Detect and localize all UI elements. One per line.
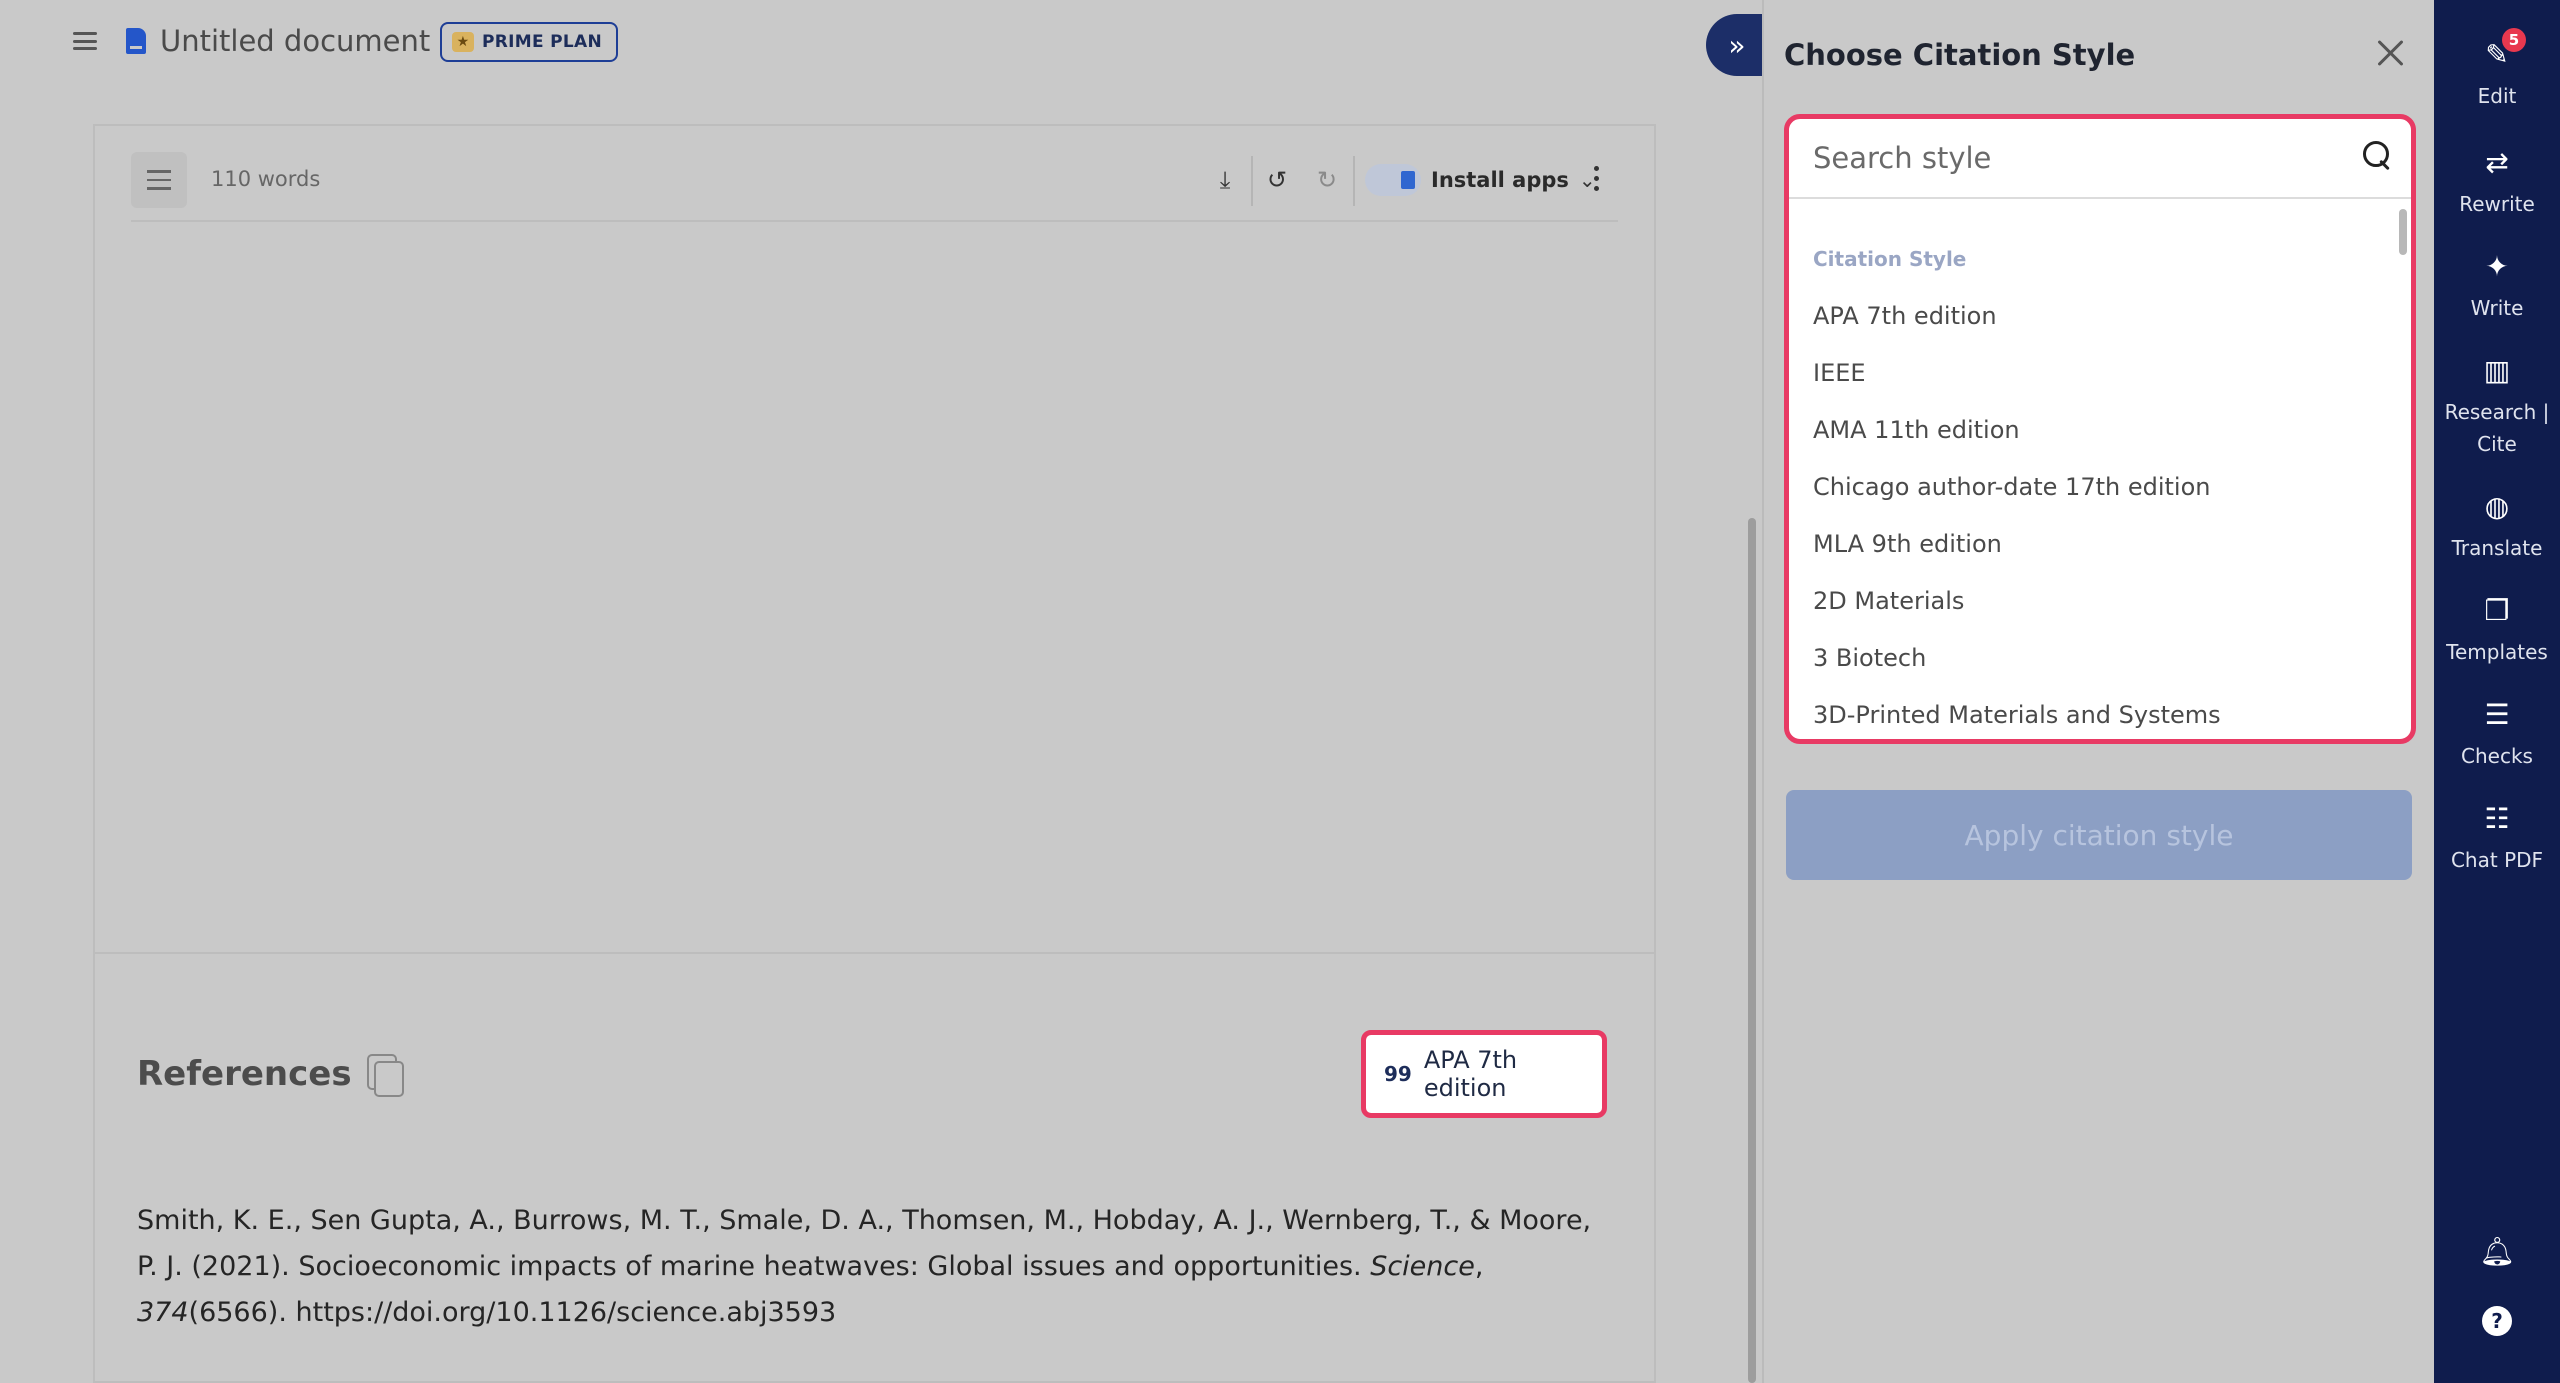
citation-style-dropdown: Citation Style APA 7th edition IEEE AMA … xyxy=(1784,114,2416,744)
rail-label: Research | Cite xyxy=(2444,400,2550,456)
rail-item-rewrite[interactable]: ⇄ Rewrite xyxy=(2434,146,2560,220)
citation-style-chip[interactable]: 99 APA 7th edition xyxy=(1361,1030,1607,1118)
books-icon: ▥ xyxy=(2483,354,2511,387)
panel-title: Choose Citation Style xyxy=(1784,38,2136,72)
tool-rail: ✎ 5 Edit ⇄ Rewrite ✦ Write ▥ Research | C… xyxy=(2434,0,2560,1383)
editor-scrollbar[interactable] xyxy=(1748,518,1756,1383)
document-toolbar: 110 words ⤓ ↺ ↻ Install apps ⌄ xyxy=(131,152,1618,222)
style-option[interactable]: 2D Materials xyxy=(1789,572,2393,629)
list-scrollbar[interactable] xyxy=(2399,209,2407,255)
toolbar-divider xyxy=(1251,156,1253,206)
rail-label: Templates xyxy=(2446,640,2548,664)
apps-icon xyxy=(1365,164,1421,196)
redo-icon[interactable]: ↻ xyxy=(1311,164,1343,196)
rail-label: Rewrite xyxy=(2459,192,2535,216)
references-heading: References xyxy=(137,1054,352,1094)
globe-icon: ◍ xyxy=(2484,490,2510,523)
close-icon[interactable] xyxy=(2376,38,2406,68)
rail-label: Chat PDF xyxy=(2450,848,2544,872)
rail-item-write[interactable]: ✦ Write xyxy=(2434,250,2560,324)
install-apps-label: Install apps xyxy=(1431,168,1569,192)
style-option[interactable]: 3D-Printed Materials and Systems xyxy=(1789,686,2393,739)
apply-citation-style-button[interactable]: Apply citation style xyxy=(1786,790,2412,880)
document-icon xyxy=(126,28,146,54)
rewrite-icon: ⇄ xyxy=(2485,146,2509,179)
install-apps-button[interactable]: Install apps ⌄ xyxy=(1365,158,1596,202)
rail-label: Checks xyxy=(2461,744,2533,768)
rail-item-chat-pdf[interactable]: ☷ Chat PDF xyxy=(2434,802,2560,876)
document-title[interactable]: Untitled document xyxy=(160,24,430,58)
download-icon[interactable]: ⤓ xyxy=(1209,164,1241,196)
prime-plan-label: PRIME PLAN xyxy=(482,32,602,52)
top-bar: Untitled document ★ PRIME PLAN xyxy=(0,0,1762,90)
prime-plan-badge[interactable]: ★ PRIME PLAN xyxy=(440,22,618,62)
style-option[interactable]: Chicago author-date 17th edition xyxy=(1789,458,2393,515)
checklist-icon: ☰ xyxy=(2484,698,2510,731)
rail-item-templates[interactable]: ❐ Templates xyxy=(2434,594,2560,668)
rail-item-edit[interactable]: ✎ 5 Edit xyxy=(2434,28,2560,112)
citation-style-panel: Choose Citation Style Citation Style APA… xyxy=(1762,0,2434,1383)
search-row xyxy=(1789,119,2411,199)
references-divider xyxy=(95,952,1654,954)
copy-icon[interactable] xyxy=(367,1054,404,1097)
menu-icon[interactable] xyxy=(70,26,100,56)
style-option[interactable]: 3 Biotech xyxy=(1789,629,2393,686)
collapse-panel-icon[interactable]: » xyxy=(1706,14,1762,76)
quote-icon: 99 xyxy=(1384,1062,1412,1086)
chat-icon: ☷ xyxy=(2484,802,2510,835)
search-icon[interactable] xyxy=(2361,139,2395,173)
reference-journal: Science xyxy=(1370,1251,1475,1282)
pen-icon: ✎ 5 xyxy=(2480,28,2526,72)
reference-entry: Smith, K. E., Sen Gupta, A., Burrows, M.… xyxy=(137,1198,1617,1336)
citation-style-label: APA 7th edition xyxy=(1423,1046,1518,1102)
templates-icon: ❐ xyxy=(2484,594,2510,627)
help-icon[interactable]: ? xyxy=(2480,1304,2514,1338)
more-options-icon[interactable] xyxy=(1591,166,1601,191)
style-option[interactable]: AMA 11th edition xyxy=(1789,401,2393,458)
outline-button[interactable] xyxy=(131,152,187,208)
rail-label: Edit xyxy=(2477,84,2517,108)
reference-volume: 374 xyxy=(137,1297,189,1328)
word-count: 110 words xyxy=(211,167,321,191)
style-option[interactable]: IEEE xyxy=(1789,344,2393,401)
style-list: APA 7th edition IEEE AMA 11th edition Ch… xyxy=(1789,287,2393,739)
rail-item-translate[interactable]: ◍ Translate xyxy=(2434,490,2560,564)
style-option[interactable]: MLA 9th edition xyxy=(1789,515,2393,572)
document-panel: 110 words ⤓ ↺ ↻ Install apps ⌄ Reference… xyxy=(93,124,1656,1383)
list-heading: Citation Style xyxy=(1813,247,1967,271)
rail-label: Translate xyxy=(2451,536,2543,560)
sparkle-icon: ✦ xyxy=(2485,250,2509,283)
reference-separator: , xyxy=(1474,1251,1484,1282)
rail-item-checks[interactable]: ☰ Checks xyxy=(2434,698,2560,772)
toolbar-divider xyxy=(1353,156,1355,206)
style-option[interactable]: APA 7th edition xyxy=(1789,287,2393,344)
reference-issue-doi: (6566). https://doi.org/10.1126/science.… xyxy=(188,1297,837,1328)
bell-icon[interactable]: 🔔︎ xyxy=(2479,1234,2515,1268)
editor-area: Untitled document ★ PRIME PLAN 110 words… xyxy=(0,0,1762,1383)
rail-label: Write xyxy=(2470,296,2524,320)
star-icon: ★ xyxy=(452,32,474,52)
undo-icon[interactable]: ↺ xyxy=(1261,164,1293,196)
rail-item-research-cite[interactable]: ▥ Research | Cite xyxy=(2434,354,2560,460)
notification-badge: 5 xyxy=(2502,28,2526,52)
search-style-input[interactable] xyxy=(1813,135,2353,181)
